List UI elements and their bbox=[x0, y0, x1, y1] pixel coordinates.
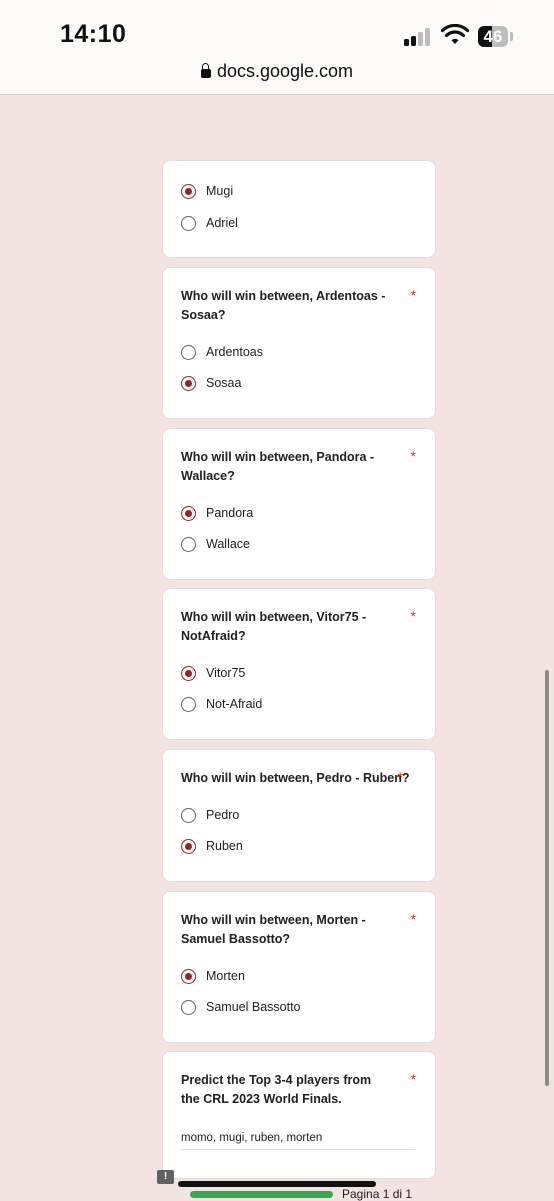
required-asterisk: * bbox=[410, 448, 416, 464]
radio-button[interactable] bbox=[181, 375, 196, 391]
option-label: Ruben bbox=[206, 839, 243, 853]
battery-tip bbox=[510, 32, 513, 41]
battery-icon: 46 bbox=[478, 26, 508, 47]
radio-option[interactable]: Adriel bbox=[181, 213, 238, 233]
radio-option[interactable]: Pandora bbox=[181, 503, 253, 523]
option-label: Ardentoas bbox=[206, 345, 263, 359]
radio-option[interactable]: Vitor75 bbox=[181, 663, 245, 683]
option-label: Adriel bbox=[206, 216, 238, 230]
option-label: Vitor75 bbox=[206, 666, 246, 680]
address-bar[interactable]: docs.google.com bbox=[0, 61, 554, 82]
question-card: Who will win between, Vitor75 - NotAfrai… bbox=[162, 588, 436, 740]
radio-button[interactable] bbox=[181, 696, 196, 712]
radio-option[interactable]: Mugi bbox=[181, 181, 233, 201]
required-asterisk: * bbox=[397, 769, 403, 785]
radio-option[interactable]: Samuel Bassotto bbox=[181, 997, 301, 1017]
question-title: Predict the Top 3-4 players from the CRL… bbox=[181, 1073, 372, 1106]
radio-button[interactable] bbox=[181, 536, 196, 552]
radio-button[interactable] bbox=[181, 807, 196, 823]
required-asterisk: * bbox=[410, 608, 416, 624]
page-scrollbar[interactable] bbox=[545, 670, 549, 1086]
option-label: Mugi bbox=[206, 184, 234, 198]
question-title: Who will win between, Vitor75 - NotAfrai… bbox=[181, 610, 367, 643]
url-text: docs.google.com bbox=[216, 61, 354, 81]
question-card: Who will win between, Pedro - Ruben? * P… bbox=[162, 749, 436, 882]
radio-option[interactable]: Sosaa bbox=[181, 373, 241, 393]
feedback-icon[interactable]: ! bbox=[157, 1170, 174, 1184]
progress-bar bbox=[190, 1191, 333, 1198]
radio-option[interactable]: Ardentoas bbox=[181, 342, 263, 362]
radio-option[interactable]: Not-Afraid bbox=[181, 694, 262, 714]
question-title: Who will win between, Ardentoas - Sosaa? bbox=[181, 289, 386, 322]
wifi-icon bbox=[441, 24, 469, 44]
radio-button[interactable] bbox=[181, 215, 196, 231]
lock-icon bbox=[200, 63, 211, 78]
question-card: Mugi Adriel bbox=[162, 160, 436, 258]
radio-option[interactable]: Pedro bbox=[181, 805, 239, 825]
question-card: Predict the Top 3-4 players from the CRL… bbox=[162, 1051, 436, 1179]
battery-level: 46 bbox=[483, 27, 503, 46]
question-title: Who will win between, Morten - Samuel Ba… bbox=[181, 913, 366, 946]
question-title: Who will win between, Pandora - Wallace? bbox=[181, 450, 375, 483]
status-time: 14:10 bbox=[60, 20, 127, 48]
radio-button[interactable] bbox=[181, 505, 196, 521]
radio-button[interactable] bbox=[181, 838, 196, 854]
answer-text-field[interactable]: momo, mugi, ruben, morten bbox=[181, 1132, 415, 1150]
cellular-signal-icon bbox=[404, 28, 434, 46]
option-label: Pandora bbox=[206, 506, 254, 520]
radio-button[interactable] bbox=[181, 665, 196, 681]
option-label: Wallace bbox=[206, 537, 250, 551]
question-card: Who will win between, Pandora - Wallace?… bbox=[162, 428, 436, 580]
option-label: Not-Afraid bbox=[206, 697, 263, 711]
option-label: Pedro bbox=[206, 808, 240, 822]
required-asterisk: * bbox=[410, 911, 416, 927]
option-label: Sosaa bbox=[206, 376, 242, 390]
required-asterisk: * bbox=[410, 287, 416, 303]
radio-button[interactable] bbox=[181, 344, 196, 360]
radio-option[interactable]: Wallace bbox=[181, 534, 250, 554]
status-bar: 14:10 46 docs.google.com bbox=[0, 0, 554, 95]
radio-button[interactable] bbox=[181, 968, 196, 984]
radio-option[interactable]: Morten bbox=[181, 966, 245, 986]
question-card: Who will win between, Morten - Samuel Ba… bbox=[162, 891, 436, 1043]
page-indicator: Pagina 1 di 1 bbox=[342, 1187, 413, 1201]
required-asterisk: * bbox=[410, 1071, 416, 1087]
radio-button[interactable] bbox=[181, 183, 196, 199]
option-label: Morten bbox=[206, 969, 245, 983]
radio-option[interactable]: Ruben bbox=[181, 836, 243, 856]
question-card: Who will win between, Ardentoas - Sosaa?… bbox=[162, 267, 436, 419]
option-label: Samuel Bassotto bbox=[206, 1000, 301, 1014]
question-title: Who will win between, Pedro - Ruben? bbox=[181, 771, 410, 785]
radio-button[interactable] bbox=[181, 999, 196, 1015]
